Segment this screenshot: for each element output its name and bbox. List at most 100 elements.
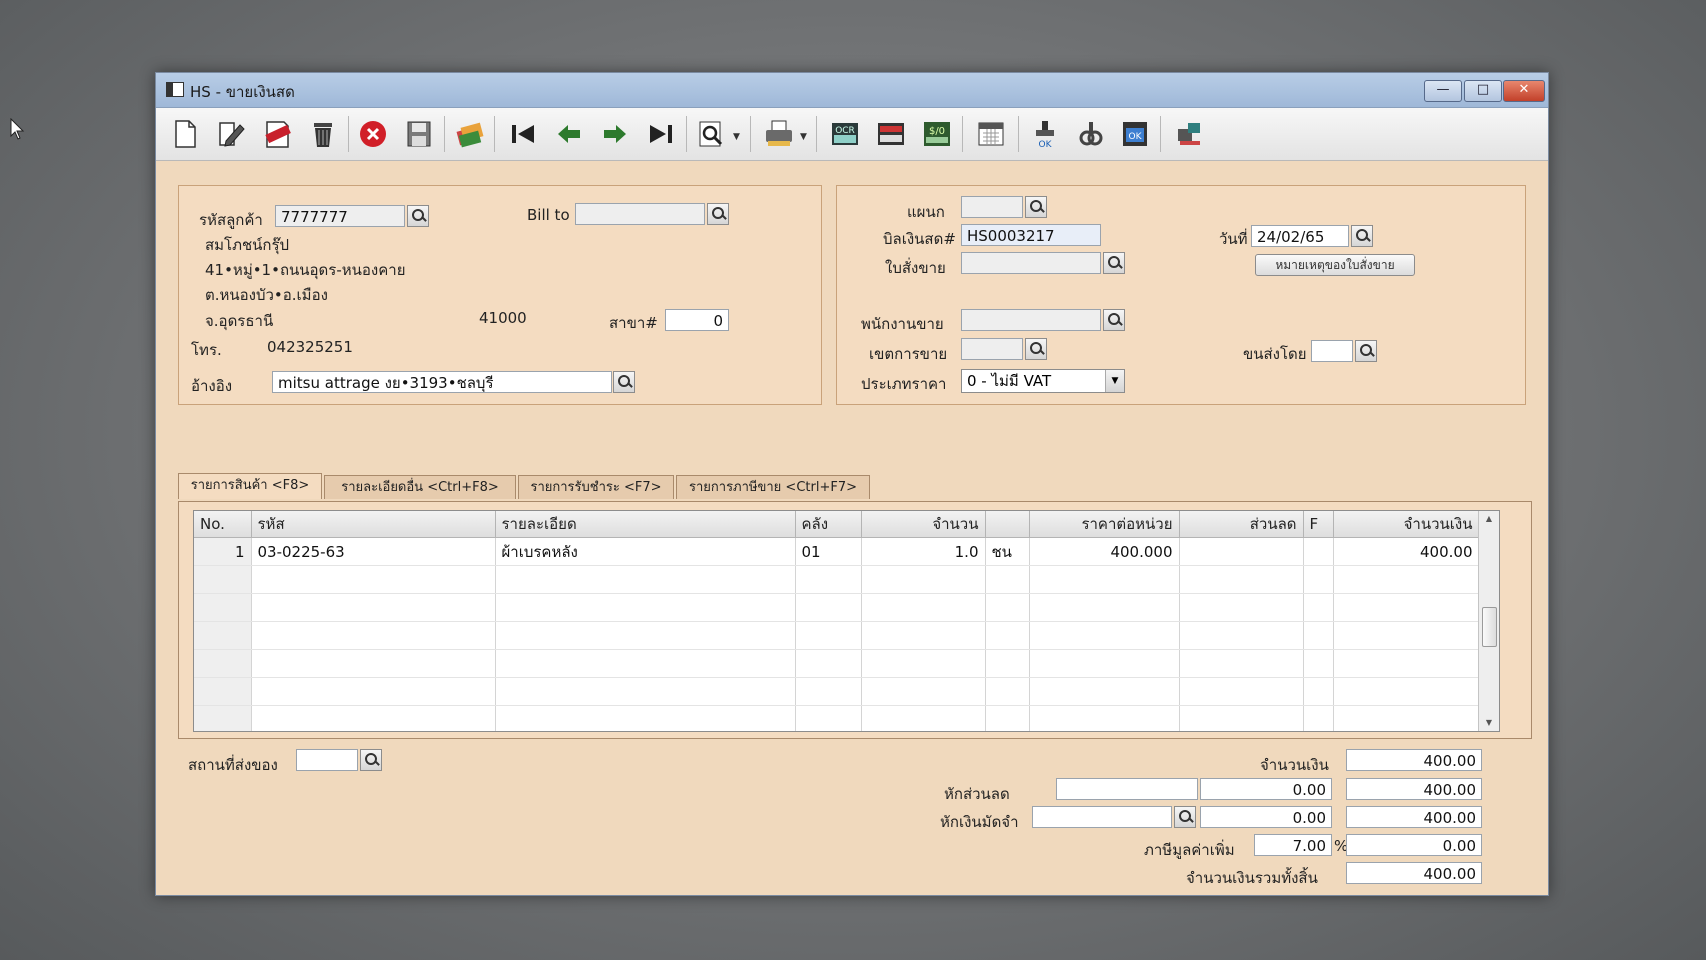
scroll-up-icon[interactable]: ▲ bbox=[1479, 511, 1499, 527]
network-icon[interactable] bbox=[1172, 117, 1206, 151]
discount-input[interactable] bbox=[1056, 778, 1198, 800]
salesman-field[interactable] bbox=[961, 309, 1101, 331]
customer-address-line2: ต.หนองบัว•อ.เมือง bbox=[205, 286, 328, 304]
ship-place-search-icon[interactable] bbox=[360, 749, 382, 771]
print-dropdown-icon[interactable]: ▼ bbox=[800, 132, 807, 142]
save-icon[interactable] bbox=[402, 117, 436, 151]
customer-code-field[interactable]: 7777777 bbox=[275, 205, 405, 227]
table-row-empty[interactable] bbox=[194, 705, 1480, 731]
minimize-button[interactable]: — bbox=[1424, 80, 1462, 102]
ocr-icon[interactable]: OCR bbox=[828, 117, 862, 151]
items-grid-panel: No. รหัส รายละเอียด คลัง จำนวน ราคาต่อหน… bbox=[178, 501, 1532, 739]
order-note-button[interactable]: หมายเหตุของใบสั่งขาย bbox=[1255, 254, 1415, 276]
ship-by-search-icon[interactable] bbox=[1355, 340, 1377, 362]
phone-label: โทร. bbox=[191, 341, 222, 359]
search-dropdown-icon[interactable]: ▼ bbox=[733, 132, 740, 142]
print-icon[interactable] bbox=[762, 117, 796, 151]
item-warehouse-cell[interactable]: 01 bbox=[795, 537, 862, 566]
sales-order-search-icon[interactable] bbox=[1103, 252, 1125, 274]
sales-order-field[interactable] bbox=[961, 252, 1101, 274]
next-record-icon[interactable] bbox=[598, 117, 632, 151]
sales-area-search-icon[interactable] bbox=[1025, 338, 1047, 360]
customer-search-icon[interactable] bbox=[407, 205, 429, 227]
item-unit-cell[interactable]: ชน bbox=[985, 537, 1030, 566]
search-record-icon[interactable] bbox=[694, 117, 728, 151]
column-header-unit-price[interactable]: ราคาต่อหน่วย bbox=[1029, 511, 1180, 538]
bill-to-search-icon[interactable] bbox=[707, 203, 729, 225]
column-header-no[interactable]: No. bbox=[194, 511, 252, 538]
table-row[interactable]: 1 03-0225-63 ผ้าเบรคหลัง 01 1.0 ชน 400.0… bbox=[194, 537, 1480, 566]
ok-icon[interactable]: OK bbox=[1118, 117, 1152, 151]
bill-number-field[interactable]: HS0003217 bbox=[961, 224, 1101, 246]
item-f-cell[interactable] bbox=[1303, 537, 1334, 566]
title-bar[interactable]: HS - ขายเงินสด — □ ✕ bbox=[156, 73, 1548, 108]
link-icon[interactable] bbox=[1074, 117, 1108, 151]
department-field[interactable] bbox=[961, 196, 1023, 218]
reference-field[interactable]: mitsu attrage งย•3193•ชลบุรี bbox=[272, 371, 612, 393]
price-type-value: 0 - ไม่มี VAT bbox=[967, 372, 1052, 390]
approve-icon[interactable]: OK bbox=[1028, 117, 1062, 151]
item-unit-price-cell[interactable]: 400.000 bbox=[1029, 537, 1180, 566]
table-row-empty[interactable] bbox=[194, 593, 1480, 622]
reference-search-icon[interactable] bbox=[613, 371, 635, 393]
table-row-empty[interactable] bbox=[194, 649, 1480, 678]
item-quantity-cell[interactable]: 1.0 bbox=[861, 537, 986, 566]
maximize-button[interactable]: □ bbox=[1464, 80, 1502, 102]
price-type-select[interactable]: 0 - ไม่มี VAT ▼ bbox=[961, 369, 1125, 393]
edit-icon[interactable] bbox=[214, 117, 248, 151]
table-header-row: No. รหัส รายละเอียด คลัง จำนวน ราคาต่อหน… bbox=[194, 511, 1480, 538]
first-record-icon[interactable] bbox=[506, 117, 540, 151]
cancel-icon[interactable] bbox=[356, 117, 390, 151]
tab-other-details[interactable]: รายละเอียดอื่น <Ctrl+F8> bbox=[324, 475, 516, 499]
date-label: วันที่ bbox=[1219, 230, 1248, 248]
table-row-empty[interactable] bbox=[194, 621, 1480, 650]
calendar-icon[interactable] bbox=[974, 117, 1008, 151]
slip-icon[interactable] bbox=[874, 117, 908, 151]
item-amount-cell[interactable]: 400.00 bbox=[1333, 537, 1480, 566]
date-picker-icon[interactable] bbox=[1351, 225, 1373, 247]
amount-field: 400.00 bbox=[1346, 749, 1482, 771]
scroll-down-icon[interactable]: ▼ bbox=[1479, 715, 1499, 731]
copy-icon[interactable] bbox=[452, 117, 486, 151]
salesman-search-icon[interactable] bbox=[1103, 309, 1125, 331]
column-header-discount[interactable]: ส่วนลด bbox=[1179, 511, 1304, 538]
tab-items[interactable]: รายการสินค้า <F8> bbox=[178, 473, 322, 499]
dollar-icon[interactable]: $/0 bbox=[920, 117, 954, 151]
vat-rate-field[interactable]: 7.00 bbox=[1254, 834, 1332, 856]
department-search-icon[interactable] bbox=[1025, 196, 1047, 218]
column-header-code[interactable]: รหัส bbox=[251, 511, 496, 538]
date-field[interactable]: 24/02/65 bbox=[1251, 225, 1349, 247]
column-header-description[interactable]: รายละเอียด bbox=[495, 511, 796, 538]
column-header-amount[interactable]: จำนวนเงิน bbox=[1333, 511, 1480, 538]
bill-to-field[interactable] bbox=[575, 203, 705, 225]
branch-field[interactable]: 0 bbox=[665, 309, 729, 331]
deposit-input[interactable] bbox=[1032, 806, 1172, 828]
ship-by-field[interactable] bbox=[1311, 340, 1353, 362]
column-header-f[interactable]: F bbox=[1303, 511, 1334, 538]
item-code-cell[interactable]: 03-0225-63 bbox=[251, 537, 496, 566]
scroll-thumb[interactable] bbox=[1482, 607, 1497, 647]
column-header-unit[interactable] bbox=[985, 511, 1030, 538]
previous-record-icon[interactable] bbox=[552, 117, 586, 151]
column-header-quantity[interactable]: จำนวน bbox=[861, 511, 986, 538]
sales-area-label: เขตการขาย bbox=[869, 345, 948, 363]
grid-scrollbar[interactable]: ▲ ▼ bbox=[1478, 511, 1499, 731]
total-label: จำนวนเงินรวมทั้งสิ้น bbox=[1186, 869, 1318, 887]
table-row-empty[interactable] bbox=[194, 677, 1480, 706]
table-row-empty[interactable] bbox=[194, 565, 1480, 594]
tab-sales-tax[interactable]: รายการภาษีขาย <Ctrl+F7> bbox=[676, 475, 870, 499]
delete-icon[interactable] bbox=[306, 117, 340, 151]
void-icon[interactable] bbox=[260, 117, 294, 151]
chevron-down-icon[interactable]: ▼ bbox=[1105, 370, 1124, 392]
sales-area-field[interactable] bbox=[961, 338, 1023, 360]
price-type-label: ประเภทราคา bbox=[861, 375, 947, 393]
column-header-warehouse[interactable]: คลัง bbox=[795, 511, 862, 538]
tab-payments[interactable]: รายการรับชำระ <F7> bbox=[518, 475, 674, 499]
ship-place-field[interactable] bbox=[296, 749, 358, 771]
new-icon[interactable] bbox=[168, 117, 202, 151]
item-discount-cell[interactable] bbox=[1179, 537, 1304, 566]
item-description-cell[interactable]: ผ้าเบรคหลัง bbox=[495, 537, 796, 566]
deposit-search-icon[interactable] bbox=[1174, 806, 1196, 828]
close-button[interactable]: ✕ bbox=[1503, 80, 1545, 102]
last-record-icon[interactable] bbox=[644, 117, 678, 151]
